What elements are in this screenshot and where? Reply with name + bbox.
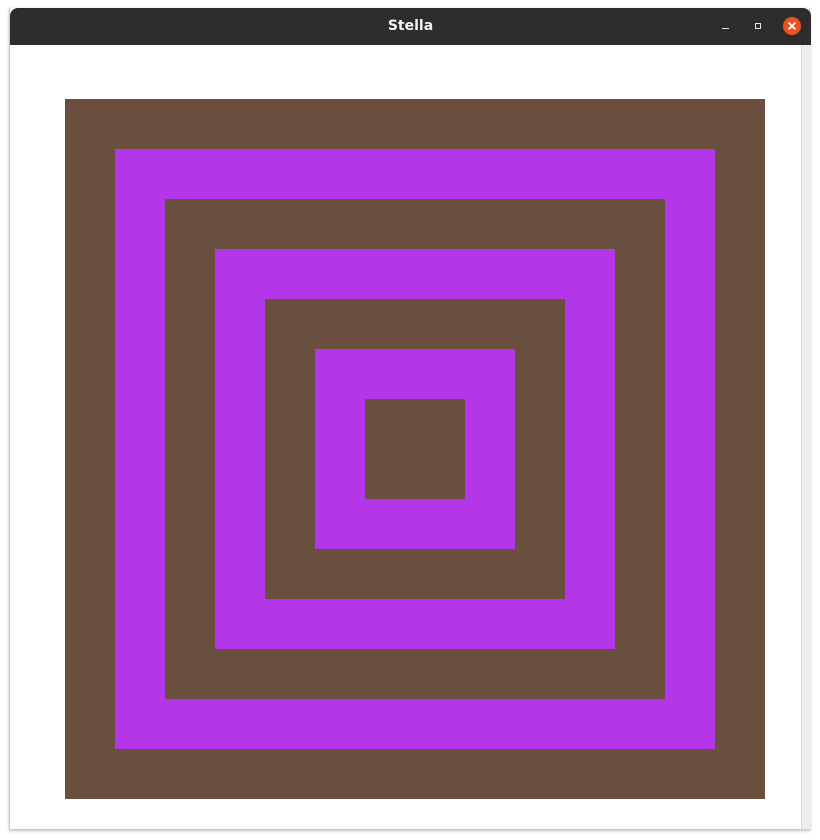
minimize-button[interactable] <box>716 17 734 35</box>
maximize-icon <box>755 23 761 29</box>
window-title: Stella <box>387 18 434 34</box>
ring-square <box>365 399 465 499</box>
app-window: Stella <box>9 8 811 830</box>
close-button[interactable] <box>783 17 801 35</box>
maximize-button[interactable] <box>749 17 767 35</box>
close-icon <box>788 22 796 30</box>
vertical-scrollbar[interactable] <box>801 45 810 829</box>
title-bar[interactable]: Stella <box>10 8 811 45</box>
stella-artwork <box>65 99 765 799</box>
minimize-icon <box>721 27 729 30</box>
